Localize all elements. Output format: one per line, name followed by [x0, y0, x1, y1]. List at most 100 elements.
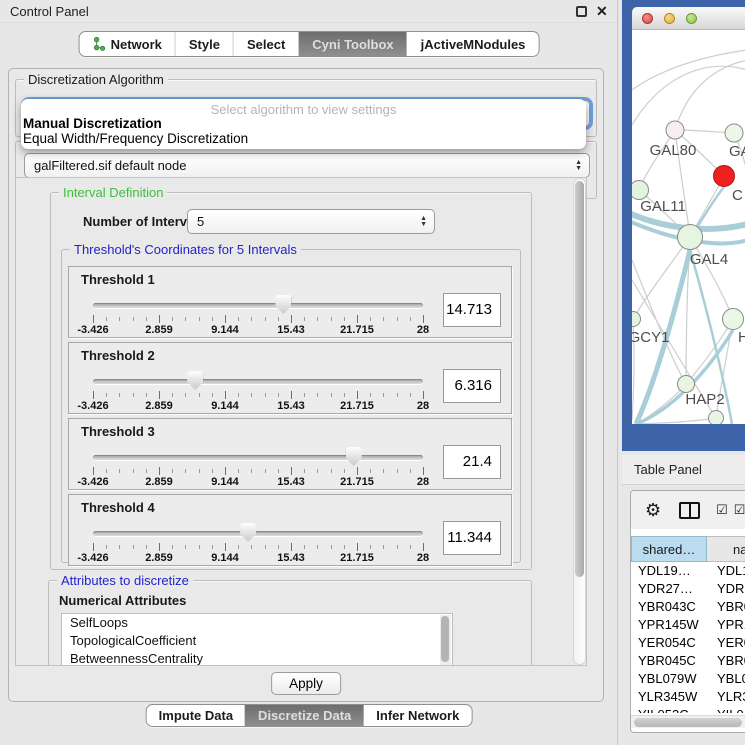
float-panel-icon[interactable]: [576, 6, 587, 17]
table-row[interactable]: YLR345WYLR3: [631, 688, 745, 706]
algorithm-dropdown-popup: Select algorithm to view settings Manual…: [21, 99, 586, 149]
column-header-name[interactable]: na: [707, 536, 745, 562]
table-row[interactable]: YBL079WYBL0: [631, 670, 745, 688]
table-column-headers: shared… na: [631, 536, 745, 562]
algorithm-option-equal-width[interactable]: Equal Width/Frequency Discretization: [21, 131, 586, 146]
slider-track[interactable]: [93, 531, 423, 536]
slider-scale-labels: -3.4262.8599.14415.4321.71528: [93, 324, 423, 336]
node-gal80[interactable]: [666, 121, 684, 139]
minimize-window-icon[interactable]: [664, 13, 675, 24]
threshold-value-box[interactable]: 21.4: [443, 445, 501, 479]
tab-network[interactable]: Network: [80, 32, 175, 56]
cell-shared-name: YIL052C: [631, 706, 707, 713]
threshold-slider[interactable]: -3.4262.8599.14415.4321.71528: [93, 297, 423, 337]
threshold-value-box[interactable]: 11.344: [443, 521, 501, 555]
node-hap2[interactable]: [678, 376, 695, 393]
node-gcy1[interactable]: [632, 312, 641, 327]
screen: Control Panel ✕ Network Style Select Cyn…: [0, 0, 745, 745]
scrollbar-thumb[interactable]: [575, 181, 584, 577]
scale-label: 28: [417, 324, 429, 336]
control-panel-tabs: Network Style Select Cyni Toolbox jActiv…: [79, 31, 540, 57]
slider-track[interactable]: [93, 303, 423, 308]
scale-label: 9.144: [211, 400, 239, 412]
table-row[interactable]: YDR27…YDR2: [631, 580, 745, 598]
table-row[interactable]: YBR045CYBR0: [631, 652, 745, 670]
network-canvas[interactable]: GAL80 GA C GAL11 GAL4 GCY1 H HAP2: [632, 30, 745, 424]
table-data-select[interactable]: galFiltered.sif default node ▲▼: [24, 153, 590, 178]
node-ga[interactable]: [725, 124, 743, 142]
discretization-algorithm-group: Discretization Algorithm ▲▼ Select algor…: [15, 79, 597, 137]
table-rows: YDL19…YDL1YDR27…YDR2YBR043CYBR0YPR145WYP…: [631, 562, 745, 713]
numerical-attributes-list[interactable]: SelfLoopsTopologicalCoefficientBetweenne…: [61, 613, 453, 666]
table-row[interactable]: YER054CYER0: [631, 634, 745, 652]
table-row[interactable]: YPR145WYPR1: [631, 616, 745, 634]
slider-thumb[interactable]: [346, 447, 362, 466]
table-horizontal-scrollbar[interactable]: [631, 715, 745, 728]
slider-track[interactable]: [93, 379, 423, 384]
algorithm-option-manual[interactable]: Manual Discretization: [21, 116, 586, 131]
close-window-icon[interactable]: [642, 13, 653, 24]
close-panel-icon[interactable]: ✕: [596, 3, 608, 20]
scale-label: 2.859: [145, 324, 173, 336]
scale-label: 2.859: [145, 552, 173, 564]
table-row[interactable]: YIL052CYIL0: [631, 706, 745, 713]
number-of-intervals-value: 5: [197, 214, 204, 229]
threshold-value-box[interactable]: 6.316: [443, 369, 501, 403]
slider-scale-labels: -3.4262.8599.14415.4321.71528: [93, 400, 423, 412]
attributes-scrollbar[interactable]: [440, 615, 451, 665]
tab-network-label: Network: [111, 37, 162, 52]
node-h[interactable]: [723, 309, 744, 330]
table-row[interactable]: YBR043CYBR0: [631, 598, 745, 616]
tab-jactivemnodules[interactable]: jActiveMNodules: [407, 32, 539, 56]
number-of-intervals-select[interactable]: 5 ▲▼: [187, 209, 435, 234]
label-h: H: [738, 329, 745, 346]
tab-impute-data[interactable]: Impute Data: [147, 705, 245, 726]
scale-label: 21.715: [340, 324, 374, 336]
zoom-window-icon[interactable]: [686, 13, 697, 24]
tab-cyni-toolbox[interactable]: Cyni Toolbox: [298, 32, 406, 56]
tab-style[interactable]: Style: [175, 32, 233, 56]
tab-infer-network[interactable]: Infer Network: [363, 705, 471, 726]
cell-name: YDR2: [707, 580, 745, 598]
tab-discretize-data[interactable]: Discretize Data: [245, 705, 363, 726]
attribute-item[interactable]: SelfLoops: [62, 614, 452, 632]
tab-select[interactable]: Select: [233, 32, 298, 56]
attribute-item[interactable]: TopologicalCoefficient: [62, 632, 452, 650]
node-gal11[interactable]: [632, 181, 649, 200]
gear-icon[interactable]: ⚙: [645, 501, 661, 519]
column-header-shared-name[interactable]: shared…: [631, 536, 707, 562]
checkbox-icon[interactable]: ☑: [716, 502, 728, 518]
threshold-value-box[interactable]: 14.713: [443, 293, 501, 327]
discretization-algorithm-title: Discretization Algorithm: [24, 72, 168, 87]
node-selected-red[interactable]: [714, 166, 735, 187]
interval-definition-group: Interval Definition Number of Intervals …: [50, 192, 532, 570]
network-window-titlebar[interactable]: [632, 7, 745, 30]
attribute-item[interactable]: BetweennessCentrality: [62, 650, 452, 666]
threshold-slider[interactable]: -3.4262.8599.14415.4321.71528: [93, 373, 423, 413]
scale-label: 15.43: [277, 552, 305, 564]
label-gal11: GAL11: [640, 198, 686, 215]
settings-scrollbar[interactable]: [573, 178, 586, 665]
table-row[interactable]: YDL19…YDL1: [631, 562, 745, 580]
scale-label: 9.144: [211, 552, 239, 564]
threshold-slider[interactable]: -3.4262.8599.14415.4321.71528: [93, 525, 423, 565]
network-icon: [93, 37, 106, 51]
node-bottom[interactable]: [709, 411, 724, 425]
scale-label: 15.43: [277, 324, 305, 336]
threshold-slider[interactable]: -3.4262.8599.14415.4321.71528: [93, 449, 423, 489]
scrollbar-thumb[interactable]: [634, 718, 742, 727]
scrollbar-thumb[interactable]: [441, 616, 449, 662]
slider-thumb[interactable]: [240, 523, 256, 542]
cell-name: YPR1: [707, 616, 745, 634]
split-pane-icon[interactable]: [679, 502, 700, 519]
slider-thumb[interactable]: [275, 295, 291, 314]
threshold-label: Threshold 4: [81, 500, 155, 515]
apply-button[interactable]: Apply: [271, 672, 341, 695]
checkbox-icon[interactable]: ☑: [734, 502, 745, 518]
slider-ticks: [93, 543, 423, 552]
cyni-toolbox-panel: Discretization Algorithm ▲▼ Select algor…: [8, 68, 604, 702]
node-gal4[interactable]: [678, 225, 703, 250]
scale-label: 21.715: [340, 552, 374, 564]
slider-track[interactable]: [93, 455, 423, 460]
slider-thumb[interactable]: [187, 371, 203, 390]
